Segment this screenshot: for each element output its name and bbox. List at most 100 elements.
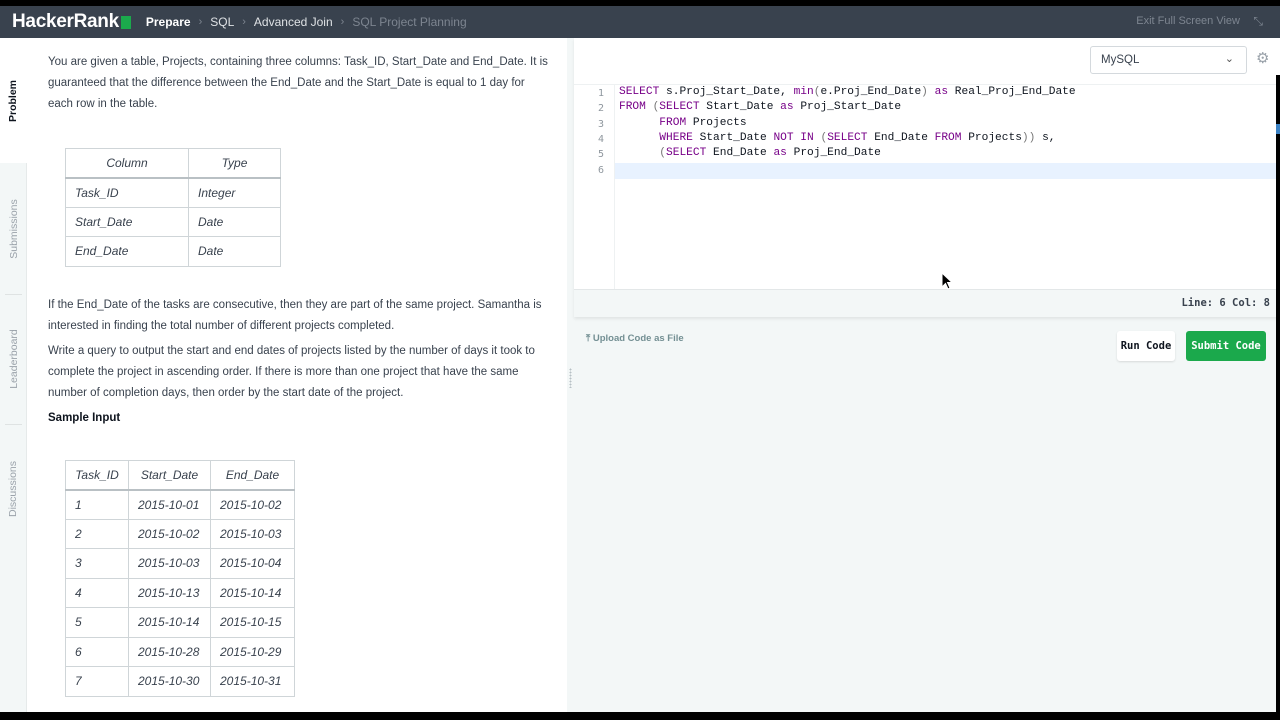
code-line: WHERE Start_Date NOT IN (SELECT End_Date… (659, 132, 1056, 144)
upload-icon: ⤒ (586, 333, 591, 344)
chevron-right-icon: › (242, 16, 246, 28)
chevron-down-icon: ⌄ (1224, 53, 1234, 65)
line-number: 5 (597, 149, 604, 160)
logo-square-icon (120, 15, 131, 29)
table-row: 6 2015-10-28 2015-10-29 (65, 636, 295, 667)
cursor-position: Line: 6 Col: 8 (1181, 297, 1270, 309)
schema-table: Column Type Task_ID Integer Start_Date D… (65, 148, 281, 267)
code-line: FROM Projects (659, 117, 747, 129)
table-cell: Integer (188, 177, 281, 208)
side-tabs: Problem Submissions Leaderboard Discussi… (0, 38, 27, 712)
table-cell: 2015-10-02 (128, 518, 211, 549)
table-cell: Task_ID (65, 177, 189, 208)
breadcrumb-sql[interactable]: SQL (210, 15, 234, 29)
mouse-pointer-icon (941, 272, 954, 290)
table-cell: 3 (65, 548, 129, 579)
table-cell: 2015-10-01 (128, 489, 211, 520)
code-line: FROM (SELECT Start_Date as Proj_Start_Da… (619, 101, 902, 113)
table-row: 5 2015-10-14 2015-10-15 (65, 607, 295, 638)
problem-paragraph: If the End_Date of the tasks are consecu… (48, 299, 542, 332)
table-cell: Start_Date (65, 206, 189, 237)
table-header: End_Date (210, 460, 295, 491)
table-header: Task_ID (65, 460, 129, 491)
code-editor: MySQL ⌄ ⚙ 1 2 3 4 5 6 SELECT s.Proj_Star… (574, 38, 1280, 317)
table-cell: 2015-10-31 (210, 666, 295, 697)
line-gutter: 1 2 3 4 5 6 (574, 85, 615, 290)
line-number: 1 (597, 88, 604, 99)
chevron-right-icon: › (340, 16, 345, 28)
table-cell: 2015-10-03 (210, 518, 295, 549)
sample-input-heading: Sample Input (48, 412, 121, 424)
table-cell: Date (188, 236, 281, 267)
table-cell: 4 (65, 577, 129, 608)
breadcrumb-current: SQL Project Planning (352, 15, 467, 29)
chevron-right-icon: › (198, 16, 203, 28)
table-cell: 7 (65, 666, 129, 697)
submit-code-button[interactable]: Submit Code (1186, 331, 1266, 361)
top-bar: HackerRank Prepare › SQL › Advanced Join… (0, 6, 1280, 38)
table-cell: 2015-10-29 (210, 636, 295, 667)
tab-submissions[interactable]: Submissions (0, 166, 27, 292)
table-cell: Date (188, 206, 281, 237)
table-row: 1 2015-10-01 2015-10-02 (65, 489, 295, 520)
tab-leaderboard[interactable]: Leaderboard (0, 296, 27, 422)
table-row: 7 2015-10-30 2015-10-31 (65, 666, 295, 697)
table-cell: 2015-10-03 (128, 548, 211, 579)
language-select[interactable]: MySQL ⌄ (1090, 46, 1247, 74)
table-header-row: Column Type (65, 148, 281, 179)
table-row: 2 2015-10-02 2015-10-03 (65, 518, 295, 549)
current-line-highlight (615, 163, 1280, 179)
table-cell: 1 (65, 489, 129, 520)
table-row: Task_ID Integer (65, 177, 281, 208)
table-cell: 2015-10-14 (210, 577, 295, 608)
table-row: End_Date Date (65, 236, 281, 267)
breadcrumb: Prepare › SQL › Advanced Join › SQL Proj… (146, 15, 467, 29)
exit-full-screen-link[interactable]: Exit Full Screen View (1136, 15, 1240, 27)
line-number: 3 (597, 119, 604, 130)
tab-discussions[interactable]: Discussions (0, 426, 27, 552)
run-code-button[interactable]: Run Code (1117, 331, 1175, 361)
line-number: 2 (597, 103, 604, 114)
code-line: (SELECT End_Date as Proj_End_Date (659, 147, 881, 159)
table-cell: 2015-10-13 (128, 577, 211, 608)
line-number: 6 (597, 165, 604, 176)
code-line: SELECT s.Proj_Start_Date, min(e.Proj_End… (619, 86, 1076, 98)
table-header: Column (65, 148, 189, 179)
table-cell: 2015-10-28 (128, 636, 211, 667)
drag-handle-icon[interactable] (569, 368, 572, 388)
sample-input-table: Task_ID Start_Date End_Date 1 2015-10-01… (65, 460, 295, 697)
table-row: 3 2015-10-03 2015-10-04 (65, 548, 295, 579)
table-cell: End_Date (65, 236, 189, 267)
tab-divider (5, 294, 22, 295)
table-cell: 2015-10-04 (210, 548, 295, 579)
main-area: Problem Submissions Leaderboard Discussi… (0, 38, 1280, 712)
breadcrumb-advanced-join[interactable]: Advanced Join (254, 15, 333, 29)
problem-intro: You are given a table, Projects, contain… (48, 56, 548, 110)
table-cell: 2015-10-30 (128, 666, 211, 697)
hackerrank-logo[interactable]: HackerRank (12, 11, 131, 33)
table-header: Start_Date (128, 460, 211, 491)
table-cell: 5 (65, 607, 129, 638)
table-cell: 2015-10-02 (210, 489, 295, 520)
table-row: Start_Date Date (65, 206, 281, 237)
table-header: Type (188, 148, 281, 179)
table-header-row: Task_ID Start_Date End_Date (65, 460, 295, 491)
gear-icon[interactable]: ⚙ (1256, 49, 1269, 67)
screen-edge (1276, 75, 1280, 720)
compress-icon[interactable]: ⤡ (1253, 14, 1263, 29)
table-cell: 2015-10-15 (210, 607, 295, 638)
breadcrumb-prepare[interactable]: Prepare (146, 15, 191, 29)
editor-panel: MySQL ⌄ ⚙ 1 2 3 4 5 6 SELECT s.Proj_Star… (574, 38, 1280, 712)
table-row: 4 2015-10-13 2015-10-14 (65, 577, 295, 608)
problem-panel: You are given a table, Projects, contain… (27, 38, 567, 712)
code-area[interactable]: 1 2 3 4 5 6 SELECT s.Proj_Start_Date, mi… (574, 84, 1280, 290)
line-number: 4 (597, 134, 604, 145)
table-cell: 2015-10-14 (128, 607, 211, 638)
problem-paragraph: Write a query to output the start and en… (48, 345, 535, 399)
table-cell: 6 (65, 636, 129, 667)
tab-divider (5, 424, 22, 425)
tab-problem[interactable]: Problem (0, 38, 27, 163)
screen-edge-marker (1276, 124, 1280, 134)
upload-code-button[interactable]: ⤒ Upload Code as File (586, 333, 684, 344)
editor-status-bar: Line: 6 Col: 8 (574, 289, 1280, 317)
